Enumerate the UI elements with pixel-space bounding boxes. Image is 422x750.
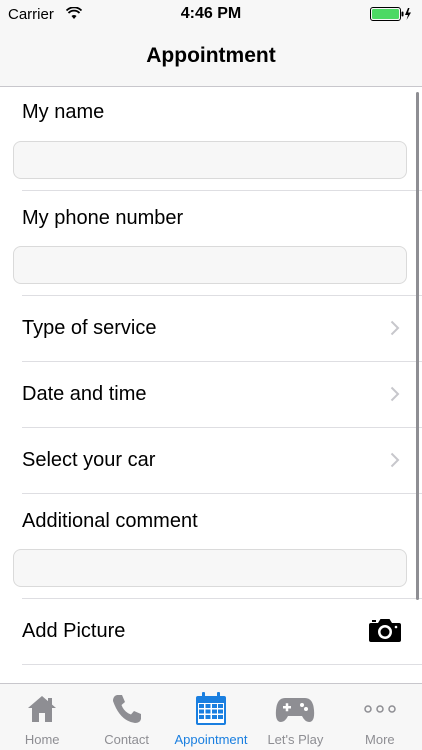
name-label: My name <box>22 101 105 123</box>
comment-field[interactable] <box>13 549 407 587</box>
status-bar: Carrier 4:46 PM <box>0 0 422 30</box>
battery-icon <box>370 7 412 26</box>
divider <box>22 493 422 494</box>
car-label: Select your car <box>22 449 156 471</box>
tab-home[interactable]: Home <box>0 684 84 750</box>
tab-lets-play[interactable]: Let's Play <box>253 684 337 750</box>
add-picture-row[interactable]: Add Picture <box>0 599 422 664</box>
add-picture-label: Add Picture <box>22 620 126 642</box>
tab-contact[interactable]: Contact <box>84 684 168 750</box>
tab-label: Home <box>24 732 60 747</box>
clock-time: 4:46 PM <box>180 5 242 22</box>
tab-label: Appointment <box>174 732 248 747</box>
tab-label: Let's Play <box>267 732 324 747</box>
more-icon <box>338 692 422 726</box>
service-row[interactable]: Type of service <box>0 296 422 361</box>
page-title: Appointment <box>146 44 276 67</box>
divider <box>22 190 422 191</box>
tab-appointment[interactable]: Appointment <box>169 684 253 750</box>
tab-bar: Home Contact Appointment Let's Play More <box>0 683 422 750</box>
gamepad-icon <box>253 692 337 726</box>
tab-label: More <box>365 732 395 747</box>
chevron-right-icon <box>390 320 400 341</box>
calendar-icon <box>169 692 253 726</box>
scrollbar[interactable] <box>416 92 419 600</box>
navigation-bar: Appointment <box>0 30 422 87</box>
car-row[interactable]: Select your car <box>0 428 422 493</box>
service-label: Type of service <box>22 317 157 339</box>
phone-field[interactable] <box>13 246 407 284</box>
datetime-row[interactable]: Date and time <box>0 362 422 427</box>
chevron-right-icon <box>390 452 400 473</box>
name-field[interactable] <box>13 141 407 179</box>
tab-label: Contact <box>104 732 150 747</box>
tab-more[interactable]: More <box>338 684 422 750</box>
comment-label: Additional comment <box>22 510 198 532</box>
divider <box>22 664 422 665</box>
datetime-label: Date and time <box>22 383 147 405</box>
phone-icon <box>84 692 168 726</box>
home-icon <box>0 692 84 726</box>
phone-label: My phone number <box>22 207 184 229</box>
chevron-right-icon <box>390 386 400 407</box>
camera-icon[interactable] <box>368 617 402 648</box>
appointment-form[interactable]: My name My phone number Type of service … <box>0 87 422 683</box>
